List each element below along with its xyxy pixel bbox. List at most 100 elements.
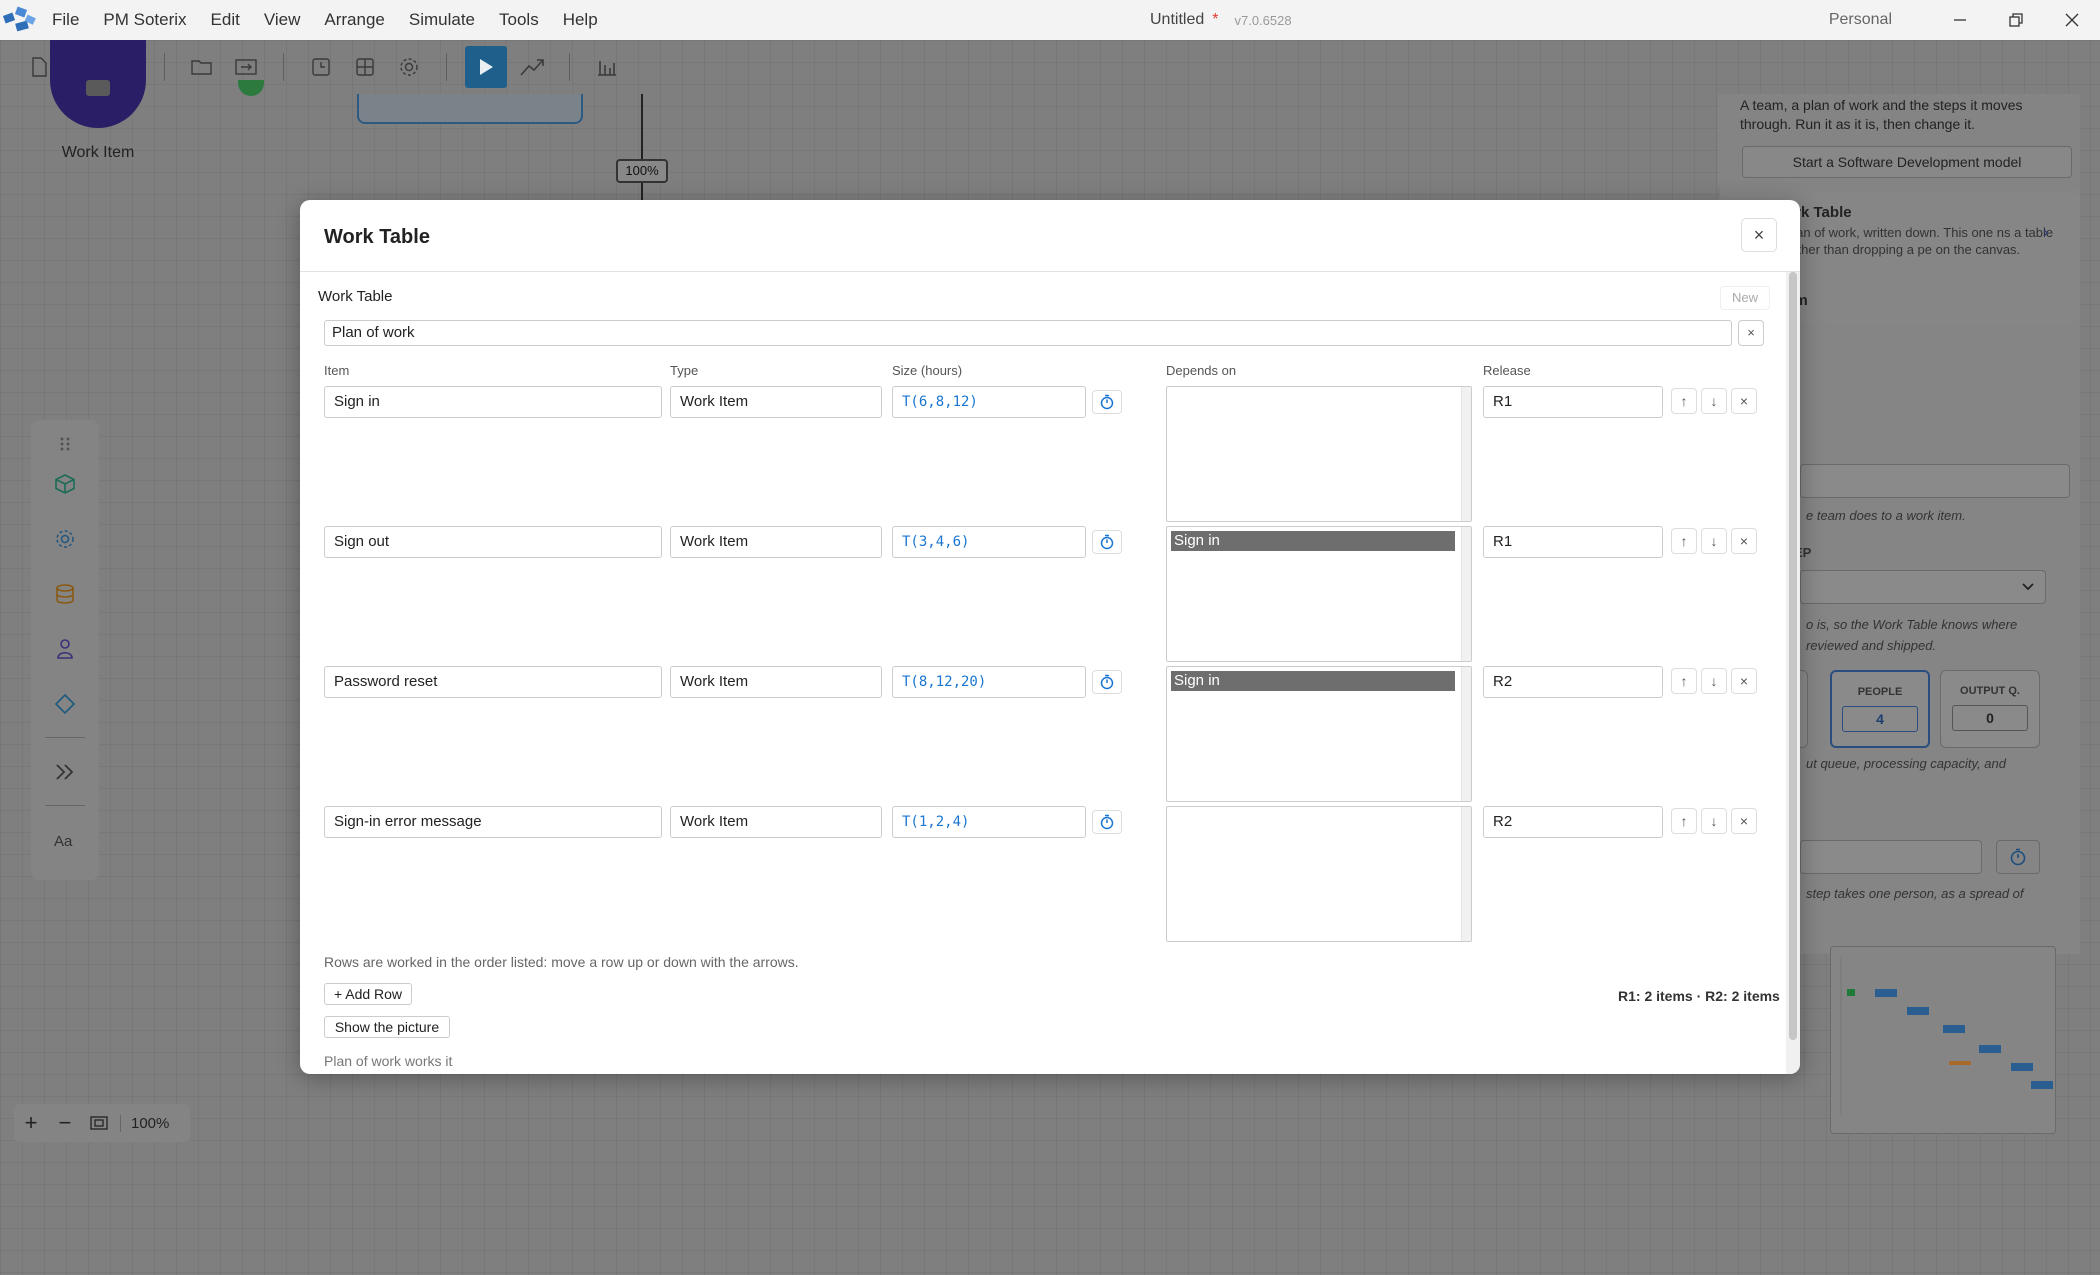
plan-name-input[interactable]: Plan of work <box>324 320 1732 346</box>
add-row-button[interactable]: + Add Row <box>324 983 412 1005</box>
section-label: Work Table <box>318 288 393 305</box>
fit-to-screen-icon[interactable] <box>82 1104 116 1142</box>
item-type-input[interactable]: Work Item <box>670 666 882 698</box>
item-name-input[interactable]: Password reset <box>324 666 662 698</box>
toolbar-divider <box>283 53 284 81</box>
step-select[interactable] <box>1800 570 2046 604</box>
settings-gear-icon[interactable] <box>390 48 428 86</box>
zoom-out-icon[interactable]: − <box>48 1104 82 1142</box>
run-simulation-play-icon[interactable] <box>465 46 507 88</box>
move-down-button[interactable]: ↓ <box>1701 808 1727 834</box>
timer-icon[interactable] <box>1092 530 1122 554</box>
move-up-button[interactable]: ↑ <box>1671 388 1697 414</box>
clock-icon[interactable] <box>302 48 340 86</box>
move-down-button[interactable]: ↓ <box>1701 528 1727 554</box>
menu-view[interactable]: View <box>252 0 313 40</box>
release-input[interactable]: R2 <box>1483 806 1663 838</box>
item-type-input[interactable]: Work Item <box>670 526 882 558</box>
item-size-input[interactable]: T(6,8,12) <box>892 386 1086 418</box>
menu-simulate[interactable]: Simulate <box>397 0 487 40</box>
menu-help[interactable]: Help <box>551 0 610 40</box>
dependency-option-selected[interactable]: Sign in <box>1171 531 1455 551</box>
item-name-input[interactable]: Sign in <box>324 386 662 418</box>
gantt-bar <box>1907 1007 1929 1015</box>
release-input[interactable]: R2 <box>1483 666 1663 698</box>
gantt-bar <box>1949 1061 1971 1065</box>
move-down-button[interactable]: ↓ <box>1701 388 1727 414</box>
item-name-input[interactable]: Sign out <box>324 526 662 558</box>
list-scrollbar[interactable] <box>1461 527 1471 661</box>
depends-on-list[interactable]: Sign in <box>1166 526 1472 662</box>
person-icon[interactable] <box>45 621 85 676</box>
move-up-button[interactable]: ↑ <box>1671 528 1697 554</box>
clear-plan-name-button[interactable]: × <box>1738 320 1764 346</box>
step-name-field[interactable] <box>1800 464 2070 498</box>
list-scrollbar[interactable] <box>1461 807 1471 941</box>
timer-icon[interactable] <box>1092 810 1122 834</box>
dependency-option-selected[interactable]: Sign in <box>1171 671 1455 691</box>
bar-chart-icon[interactable] <box>588 48 626 86</box>
item-size-input[interactable]: T(8,12,20) <box>892 666 1086 698</box>
duration-hint-text: step takes one person, as a spread of <box>1806 886 2024 901</box>
duration-field[interactable] <box>1800 840 1982 874</box>
remove-row-button[interactable]: × <box>1731 388 1757 414</box>
chevron-right-icon[interactable]: › <box>2043 224 2048 242</box>
menu-file[interactable]: File <box>40 0 91 40</box>
remove-row-button[interactable]: × <box>1731 668 1757 694</box>
list-scrollbar[interactable] <box>1461 387 1471 521</box>
gear-icon[interactable] <box>45 511 85 566</box>
timer-icon[interactable] <box>1092 670 1122 694</box>
remove-row-button[interactable]: × <box>1731 808 1757 834</box>
move-down-button[interactable]: ↓ <box>1701 668 1727 694</box>
zoom-in-icon[interactable]: + <box>14 1104 48 1142</box>
show-picture-button[interactable]: Show the picture <box>324 1016 450 1038</box>
scrollbar-thumb[interactable] <box>1789 272 1797 1040</box>
menu-tools[interactable]: Tools <box>487 0 551 40</box>
toolbar-divider <box>164 53 165 81</box>
item-size-input[interactable]: T(3,4,6) <box>892 526 1086 558</box>
timer-icon[interactable] <box>1996 840 2040 874</box>
depends-on-list[interactable]: Sign in <box>1166 666 1472 802</box>
move-up-button[interactable]: ↑ <box>1671 808 1697 834</box>
chevron-down-icon <box>2022 583 2034 591</box>
people-value[interactable]: 4 <box>1842 706 1918 732</box>
item-name-input[interactable]: Sign-in error message <box>324 806 662 838</box>
list-scrollbar[interactable] <box>1461 667 1471 801</box>
remove-row-button[interactable]: × <box>1731 528 1757 554</box>
open-folder-icon[interactable] <box>183 48 221 86</box>
start-software-model-button[interactable]: Start a Software Development model <box>1742 146 2072 178</box>
database-icon[interactable] <box>45 566 85 621</box>
item-type-input[interactable]: Work Item <box>670 806 882 838</box>
close-dialog-button[interactable]: × <box>1741 218 1777 252</box>
timer-icon[interactable] <box>1092 390 1122 414</box>
menu-edit[interactable]: Edit <box>199 0 252 40</box>
restore-icon[interactable] <box>1988 0 2044 40</box>
gantt-bars <box>1840 957 2053 1115</box>
new-button[interactable]: New <box>1720 286 1770 310</box>
menu-arrange[interactable]: Arrange <box>312 0 396 40</box>
item-size-input[interactable]: T(1,2,4) <box>892 806 1086 838</box>
flow-connector <box>641 94 643 200</box>
drag-handle-icon[interactable] <box>45 432 85 456</box>
text-style-icon[interactable]: Aa <box>45 812 85 867</box>
row-order-hint: Rows are worked in the order listed: mov… <box>324 954 799 970</box>
item-type-input[interactable]: Work Item <box>670 386 882 418</box>
canvas-step-box[interactable] <box>357 94 583 124</box>
minimize-icon[interactable] <box>1932 0 1988 40</box>
work-table-dialog: Work Table × Work Table New Plan of work… <box>300 200 1800 1074</box>
release-input[interactable]: R1 <box>1483 526 1663 558</box>
release-summary: R1: 2 items · R2: 2 items <box>1618 988 1780 1004</box>
release-input[interactable]: R1 <box>1483 386 1663 418</box>
close-window-icon[interactable] <box>2044 0 2100 40</box>
depends-on-list[interactable] <box>1166 806 1472 942</box>
cube-icon[interactable] <box>45 456 85 511</box>
table-icon[interactable] <box>346 48 384 86</box>
move-up-button[interactable]: ↑ <box>1671 668 1697 694</box>
output-queue-value[interactable]: 0 <box>1952 705 2028 731</box>
menu-pm-soterix[interactable]: PM Soterix <box>91 0 198 40</box>
dialog-scrollbar[interactable] <box>1786 272 1800 1074</box>
expand-chevrons-icon[interactable] <box>45 744 85 799</box>
decision-diamond-icon[interactable] <box>45 676 85 731</box>
trend-chart-icon[interactable] <box>513 48 551 86</box>
depends-on-list[interactable] <box>1166 386 1472 522</box>
